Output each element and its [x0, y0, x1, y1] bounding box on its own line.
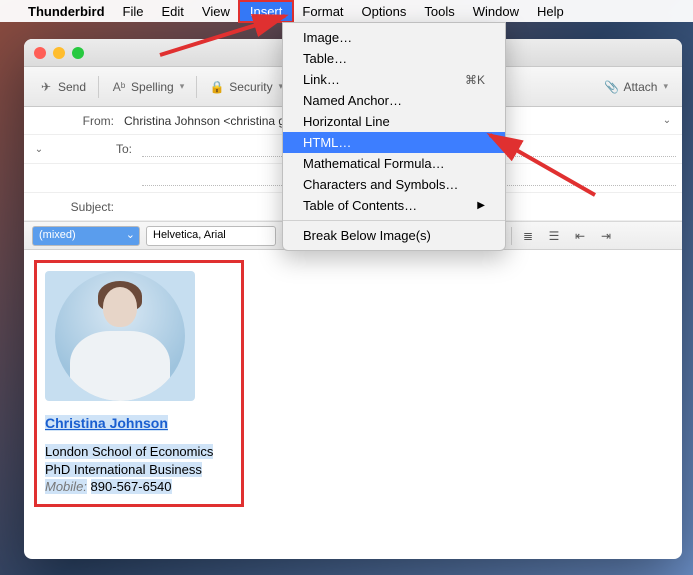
menu-options[interactable]: Options [362, 4, 407, 19]
menu-edit[interactable]: Edit [162, 4, 184, 19]
numbered-list-button[interactable]: ☰ [544, 226, 564, 246]
menu-insert[interactable]: Insert [238, 0, 295, 23]
message-body[interactable]: Christina Johnson London School of Econo… [24, 250, 682, 559]
security-label: Security [229, 80, 272, 94]
insert-dropdown: Image… Table… Link…⌘K Named Anchor… Hori… [282, 22, 506, 251]
outdent-button[interactable]: ⇤ [570, 226, 590, 246]
menu-item-horizontal-line[interactable]: Horizontal Line [283, 111, 505, 132]
menu-item-named-anchor[interactable]: Named Anchor… [283, 90, 505, 111]
minimize-button[interactable] [53, 47, 65, 59]
spelling-icon: Aᵇ [111, 80, 127, 94]
traffic-lights [34, 47, 84, 59]
to-label: To: [48, 142, 142, 156]
font-family-select[interactable]: Helvetica, Arial [146, 226, 276, 246]
subject-label: Subject: [30, 200, 124, 214]
menu-item-math-formula[interactable]: Mathematical Formula… [283, 153, 505, 174]
app-menu[interactable]: Thunderbird [28, 4, 105, 19]
send-button[interactable]: ✈ Send [32, 76, 92, 98]
menu-view[interactable]: View [202, 4, 230, 19]
security-button[interactable]: 🔒 Security ▾ [203, 76, 289, 98]
spelling-button[interactable]: Aᵇ Spelling ▾ [105, 76, 190, 98]
signature-title: PhD International Business [45, 462, 202, 477]
submenu-arrow-icon: ▶ [477, 200, 485, 211]
attach-button[interactable]: 📎 Attach ▾ [597, 76, 674, 98]
bullet-list-button[interactable]: ≣ [518, 226, 538, 246]
menu-item-image[interactable]: Image… [283, 27, 505, 48]
menu-item-link[interactable]: Link…⌘K [283, 69, 505, 90]
menu-item-html[interactable]: HTML… [283, 132, 505, 153]
macos-menubar: Thunderbird File Edit View Insert Format… [0, 0, 693, 22]
chevron-down-icon: ▾ [180, 81, 185, 92]
signature-mobile: 890-567-6540 [91, 479, 172, 494]
attach-label: Attach [623, 80, 657, 94]
recipient-type-dropdown[interactable]: ⌄ [30, 144, 48, 155]
signature-avatar [45, 271, 195, 401]
toolbar-separator [98, 76, 99, 98]
send-icon: ✈ [38, 80, 54, 94]
from-label: From: [30, 114, 124, 128]
signature-name: Christina Johnson [45, 415, 168, 431]
indent-button[interactable]: ⇥ [596, 226, 616, 246]
from-dropdown-icon[interactable]: ⌄ [658, 115, 676, 126]
signature-org: London School of Economics [45, 444, 213, 459]
signature-highlight: Christina Johnson London School of Econo… [34, 260, 244, 507]
signature-mobile-label: Mobile: [45, 479, 87, 494]
separator [511, 227, 512, 245]
send-label: Send [58, 80, 86, 94]
menu-help[interactable]: Help [537, 4, 564, 19]
menu-item-break-below[interactable]: Break Below Image(s) [283, 225, 505, 246]
spelling-label: Spelling [131, 80, 174, 94]
menu-item-toc[interactable]: Table of Contents…▶ [283, 195, 505, 216]
toolbar-separator [196, 76, 197, 98]
menu-format[interactable]: Format [302, 4, 343, 19]
menu-file[interactable]: File [123, 4, 144, 19]
paperclip-icon: 📎 [603, 80, 619, 94]
menu-item-characters[interactable]: Characters and Symbols… [283, 174, 505, 195]
menu-tools[interactable]: Tools [424, 4, 454, 19]
menu-separator [283, 220, 505, 221]
menu-item-table[interactable]: Table… [283, 48, 505, 69]
menu-window[interactable]: Window [473, 4, 519, 19]
paragraph-style-select[interactable]: (mixed) [32, 226, 140, 246]
lock-icon: 🔒 [209, 80, 225, 94]
maximize-button[interactable] [72, 47, 84, 59]
chevron-down-icon: ▾ [663, 81, 668, 92]
close-button[interactable] [34, 47, 46, 59]
